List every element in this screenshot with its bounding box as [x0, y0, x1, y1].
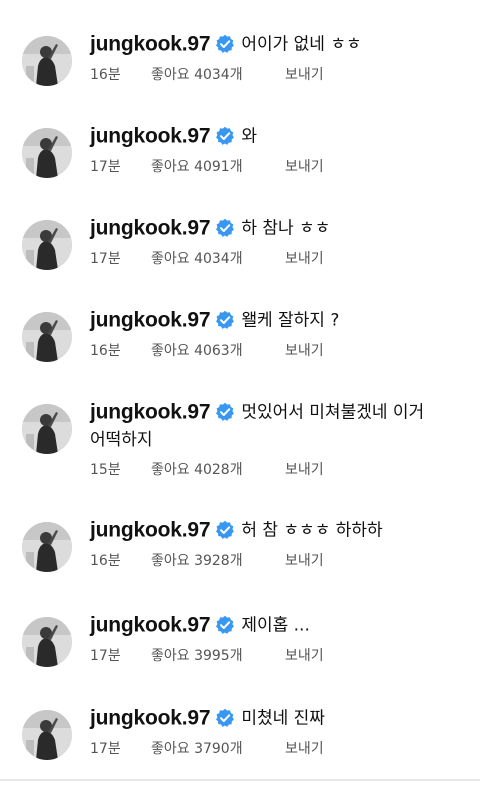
comment-time: 17분: [90, 158, 121, 175]
comment-body: jungkook.97 와 17분 좋아요 4091개 보내기: [90, 122, 475, 176]
comment-text: 왤케 잘하지 ?: [241, 310, 340, 331]
comment-time: 17분: [90, 647, 121, 664]
comment-body: jungkook.97 어이가 없네 ㅎㅎ 16분 좋아요 4034개 보내기: [90, 30, 475, 84]
comment-item: jungkook.97 제이홉 ... 17분 좋아요 3995개 보내기: [0, 611, 480, 691]
likes-count[interactable]: 좋아요 4028개: [151, 461, 285, 479]
send-button[interactable]: 보내기: [285, 461, 324, 479]
comment-body: jungkook.97 허 참 ㅎㅎㅎ 하하하 16분 좋아요 3928개 보내기: [90, 516, 475, 570]
comment-time: 15분: [90, 461, 121, 478]
likes-count[interactable]: 좋아요 4091개: [151, 158, 285, 176]
verified-badge-icon: [215, 402, 235, 422]
likes-count[interactable]: 좋아요 4034개: [151, 66, 285, 84]
likes-count[interactable]: 좋아요 3928개: [151, 552, 285, 570]
comment-time: 17분: [90, 250, 121, 267]
comment-text-continued: 어떡하지: [90, 429, 153, 450]
verified-badge-icon: [215, 708, 235, 728]
verified-badge-icon: [215, 34, 235, 54]
comment-body: jungkook.97 제이홉 ... 17분 좋아요 3995개 보내기: [90, 611, 475, 665]
comment-time: 16분: [90, 342, 121, 359]
username[interactable]: jungkook.97: [90, 401, 211, 424]
avatar[interactable]: [22, 617, 72, 667]
comment-item: jungkook.97 멋있어서 미쳐불겠네 이거 어떡하지 15분 좋아요 402…: [0, 398, 480, 498]
send-button[interactable]: 보내기: [285, 158, 324, 176]
avatar[interactable]: [22, 404, 72, 454]
likes-count[interactable]: 좋아요 4063개: [151, 342, 285, 360]
send-button[interactable]: 보내기: [285, 552, 324, 570]
likes-count[interactable]: 좋아요 4034개: [151, 250, 285, 268]
verified-badge-icon: [215, 218, 235, 238]
comment-body: jungkook.97 왤케 잘하지 ? 16분 좋아요 4063개 보내기: [90, 306, 475, 360]
verified-badge-icon: [215, 310, 235, 330]
comment-text: 멋있어서 미쳐불겠네 이거: [241, 402, 425, 423]
verified-badge-icon: [215, 126, 235, 146]
comment-item: jungkook.97 왤케 잘하지 ? 16분 좋아요 4063개 보내기: [0, 306, 480, 386]
avatar[interactable]: [22, 710, 72, 760]
bottom-divider: [0, 779, 480, 781]
avatar[interactable]: [22, 128, 72, 178]
comment-item: jungkook.97 와 17분 좋아요 4091개 보내기: [0, 122, 480, 202]
username[interactable]: jungkook.97: [90, 614, 211, 637]
username[interactable]: jungkook.97: [90, 707, 211, 730]
comment-item: jungkook.97 미쳤네 진짜 17분 좋아요 3790개 보내기: [0, 704, 480, 784]
comment-body: jungkook.97 멋있어서 미쳐불겠네 이거 어떡하지 15분 좋아요 402…: [90, 398, 475, 479]
comment-time: 16분: [90, 552, 121, 569]
comment-body: jungkook.97 하 참나 ㅎㅎ 17분 좋아요 4034개 보내기: [90, 214, 475, 268]
likes-count[interactable]: 좋아요 3790개: [151, 740, 285, 758]
send-button[interactable]: 보내기: [285, 250, 324, 268]
username[interactable]: jungkook.97: [90, 217, 211, 240]
username[interactable]: jungkook.97: [90, 309, 211, 332]
avatar[interactable]: [22, 522, 72, 572]
avatar[interactable]: [22, 36, 72, 86]
avatar[interactable]: [22, 312, 72, 362]
username[interactable]: jungkook.97: [90, 125, 211, 148]
send-button[interactable]: 보내기: [285, 66, 324, 84]
username[interactable]: jungkook.97: [90, 33, 211, 56]
verified-badge-icon: [215, 520, 235, 540]
likes-count[interactable]: 좋아요 3995개: [151, 647, 285, 665]
comment-item: jungkook.97 허 참 ㅎㅎㅎ 하하하 16분 좋아요 3928개 보내기: [0, 516, 480, 596]
comment-time: 17분: [90, 740, 121, 757]
username[interactable]: jungkook.97: [90, 519, 211, 542]
comment-time: 16분: [90, 66, 121, 83]
comment-text: 하 참나 ㅎㅎ: [241, 218, 331, 239]
avatar[interactable]: [22, 220, 72, 270]
send-button[interactable]: 보내기: [285, 342, 324, 360]
send-button[interactable]: 보내기: [285, 740, 324, 758]
comment-text: 와: [241, 126, 257, 147]
comment-body: jungkook.97 미쳤네 진짜 17분 좋아요 3790개 보내기: [90, 704, 475, 758]
comment-text: 제이홉 ...: [241, 615, 310, 636]
comment-text: 미쳤네 진짜: [241, 708, 325, 729]
comment-item: jungkook.97 어이가 없네 ㅎㅎ 16분 좋아요 4034개 보내기: [0, 30, 480, 110]
verified-badge-icon: [215, 615, 235, 635]
comment-item: jungkook.97 하 참나 ㅎㅎ 17분 좋아요 4034개 보내기: [0, 214, 480, 294]
comment-text: 허 참 ㅎㅎㅎ 하하하: [241, 520, 383, 541]
comment-text: 어이가 없네 ㅎㅎ: [241, 34, 362, 55]
send-button[interactable]: 보내기: [285, 647, 324, 665]
